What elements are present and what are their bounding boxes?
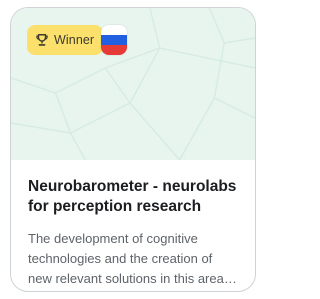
- flag-stripe-white: [101, 25, 127, 35]
- card-content: Neurobarometer - neurolabs for perceptio…: [11, 160, 255, 289]
- trophy-icon: [36, 34, 48, 46]
- card-title[interactable]: Neurobarometer - neurolabs for perceptio…: [28, 177, 238, 217]
- flag-stripe-blue: [101, 35, 127, 45]
- russia-flag-icon: [101, 25, 127, 55]
- winner-badge: Winner: [27, 25, 104, 55]
- project-card[interactable]: Winner Neurobarometer - neurolabs for pe…: [10, 7, 256, 292]
- card-cover: Winner: [11, 8, 255, 160]
- winner-badge-label: Winner: [54, 33, 95, 47]
- card-description: The development of cognitive technologie…: [28, 231, 228, 286]
- flag-stripe-red: [101, 45, 127, 55]
